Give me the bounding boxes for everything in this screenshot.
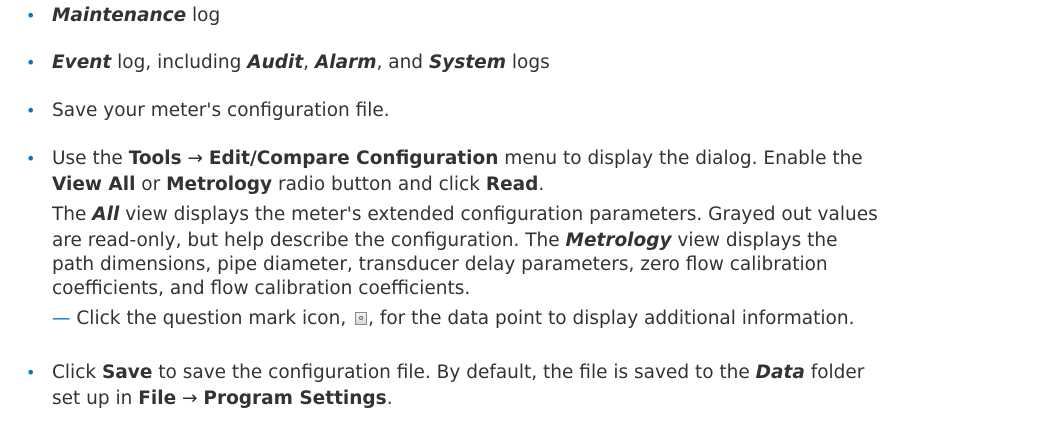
text-span: log, including: [111, 52, 248, 73]
text-span: Use the: [52, 148, 129, 169]
text-span: path dimensions, pipe diameter, transduc…: [52, 254, 828, 275]
text-line: coefficients, and flow calibration coeff…: [52, 276, 470, 302]
emphasis-text: Save: [101, 362, 153, 383]
text-span: radio button and click: [272, 174, 486, 195]
bullet-marker: •: [26, 53, 36, 72]
text-span: view displays the meter's extended confi…: [119, 204, 878, 225]
question-mark-icon: [355, 312, 368, 325]
text-line: Event log, including Audit, Alarm, and S…: [52, 50, 550, 76]
emphasis-text: Event: [52, 52, 112, 73]
text-span: .: [538, 174, 545, 195]
text-line: path dimensions, pipe diameter, transduc…: [52, 252, 828, 278]
emphasis-text: Maintenance: [52, 5, 187, 26]
emphasis-text: Data: [755, 362, 805, 383]
emphasis-text: Tools: [128, 148, 182, 169]
text-span: Save your meter's configuration file.: [52, 100, 390, 121]
emphasis-text: View All: [52, 174, 136, 195]
emphasis-text: Program Settings: [203, 388, 387, 409]
text-span: are read-only, but help describe the con…: [52, 230, 566, 251]
text-line: View All or Metrology radio button and c…: [52, 172, 544, 198]
text-line: Click Save to save the configuration fil…: [52, 360, 864, 386]
text-line: The All view displays the meter's extend…: [52, 202, 878, 228]
text-span: .: [386, 388, 393, 409]
bullet-marker: •: [26, 363, 36, 382]
text-span: ,: [303, 52, 315, 73]
emphasis-text: System: [428, 52, 506, 73]
text-span: to save the configuration file. By defau…: [152, 362, 756, 383]
emphasis-text: Alarm: [314, 52, 377, 73]
sub-bullet-dash: —: [52, 308, 77, 329]
text-span: log: [186, 5, 221, 26]
text-span: folder: [804, 362, 865, 383]
text-span: menu to display the dialog. Enable the: [498, 148, 863, 169]
text-span: , for the data point to display addition…: [368, 308, 855, 329]
text-span: view displays the: [671, 230, 838, 251]
emphasis-text: File: [138, 388, 177, 409]
bullet-marker: •: [26, 6, 36, 25]
bullet-marker: •: [26, 101, 36, 120]
emphasis-text: Metrology: [166, 174, 273, 195]
text-span: or: [135, 174, 167, 195]
text-span: , and: [376, 52, 429, 73]
emphasis-text: Metrology: [565, 230, 672, 251]
text-span: logs: [506, 52, 550, 73]
text-span: →: [181, 148, 209, 169]
document-body: • Maintenance log • Event log, including Au…: [0, 0, 1053, 423]
text-line: — Click the question mark icon, , for th…: [52, 306, 854, 332]
text-span: coefficients, and flow calibration coeff…: [52, 278, 471, 299]
text-line: are read-only, but help describe the con…: [52, 228, 837, 254]
text-line: set up in File → Program Settings.: [52, 386, 393, 412]
emphasis-text: All: [92, 204, 120, 225]
text-span: Click the question mark icon,: [76, 308, 353, 329]
emphasis-text: Read: [485, 174, 539, 195]
text-span: →: [176, 388, 204, 409]
text-span: The: [52, 204, 93, 225]
text-line: Maintenance log: [52, 3, 220, 29]
text-line: Save your meter's configuration file.: [52, 98, 390, 124]
emphasis-text: Edit/Compare Configuration: [208, 148, 499, 169]
text-line: Use the Tools → Edit/Compare Configurati…: [52, 146, 863, 172]
text-span: Click: [52, 362, 102, 383]
text-span: set up in: [52, 388, 139, 409]
bullet-marker: •: [26, 149, 36, 168]
emphasis-text: Audit: [247, 52, 304, 73]
